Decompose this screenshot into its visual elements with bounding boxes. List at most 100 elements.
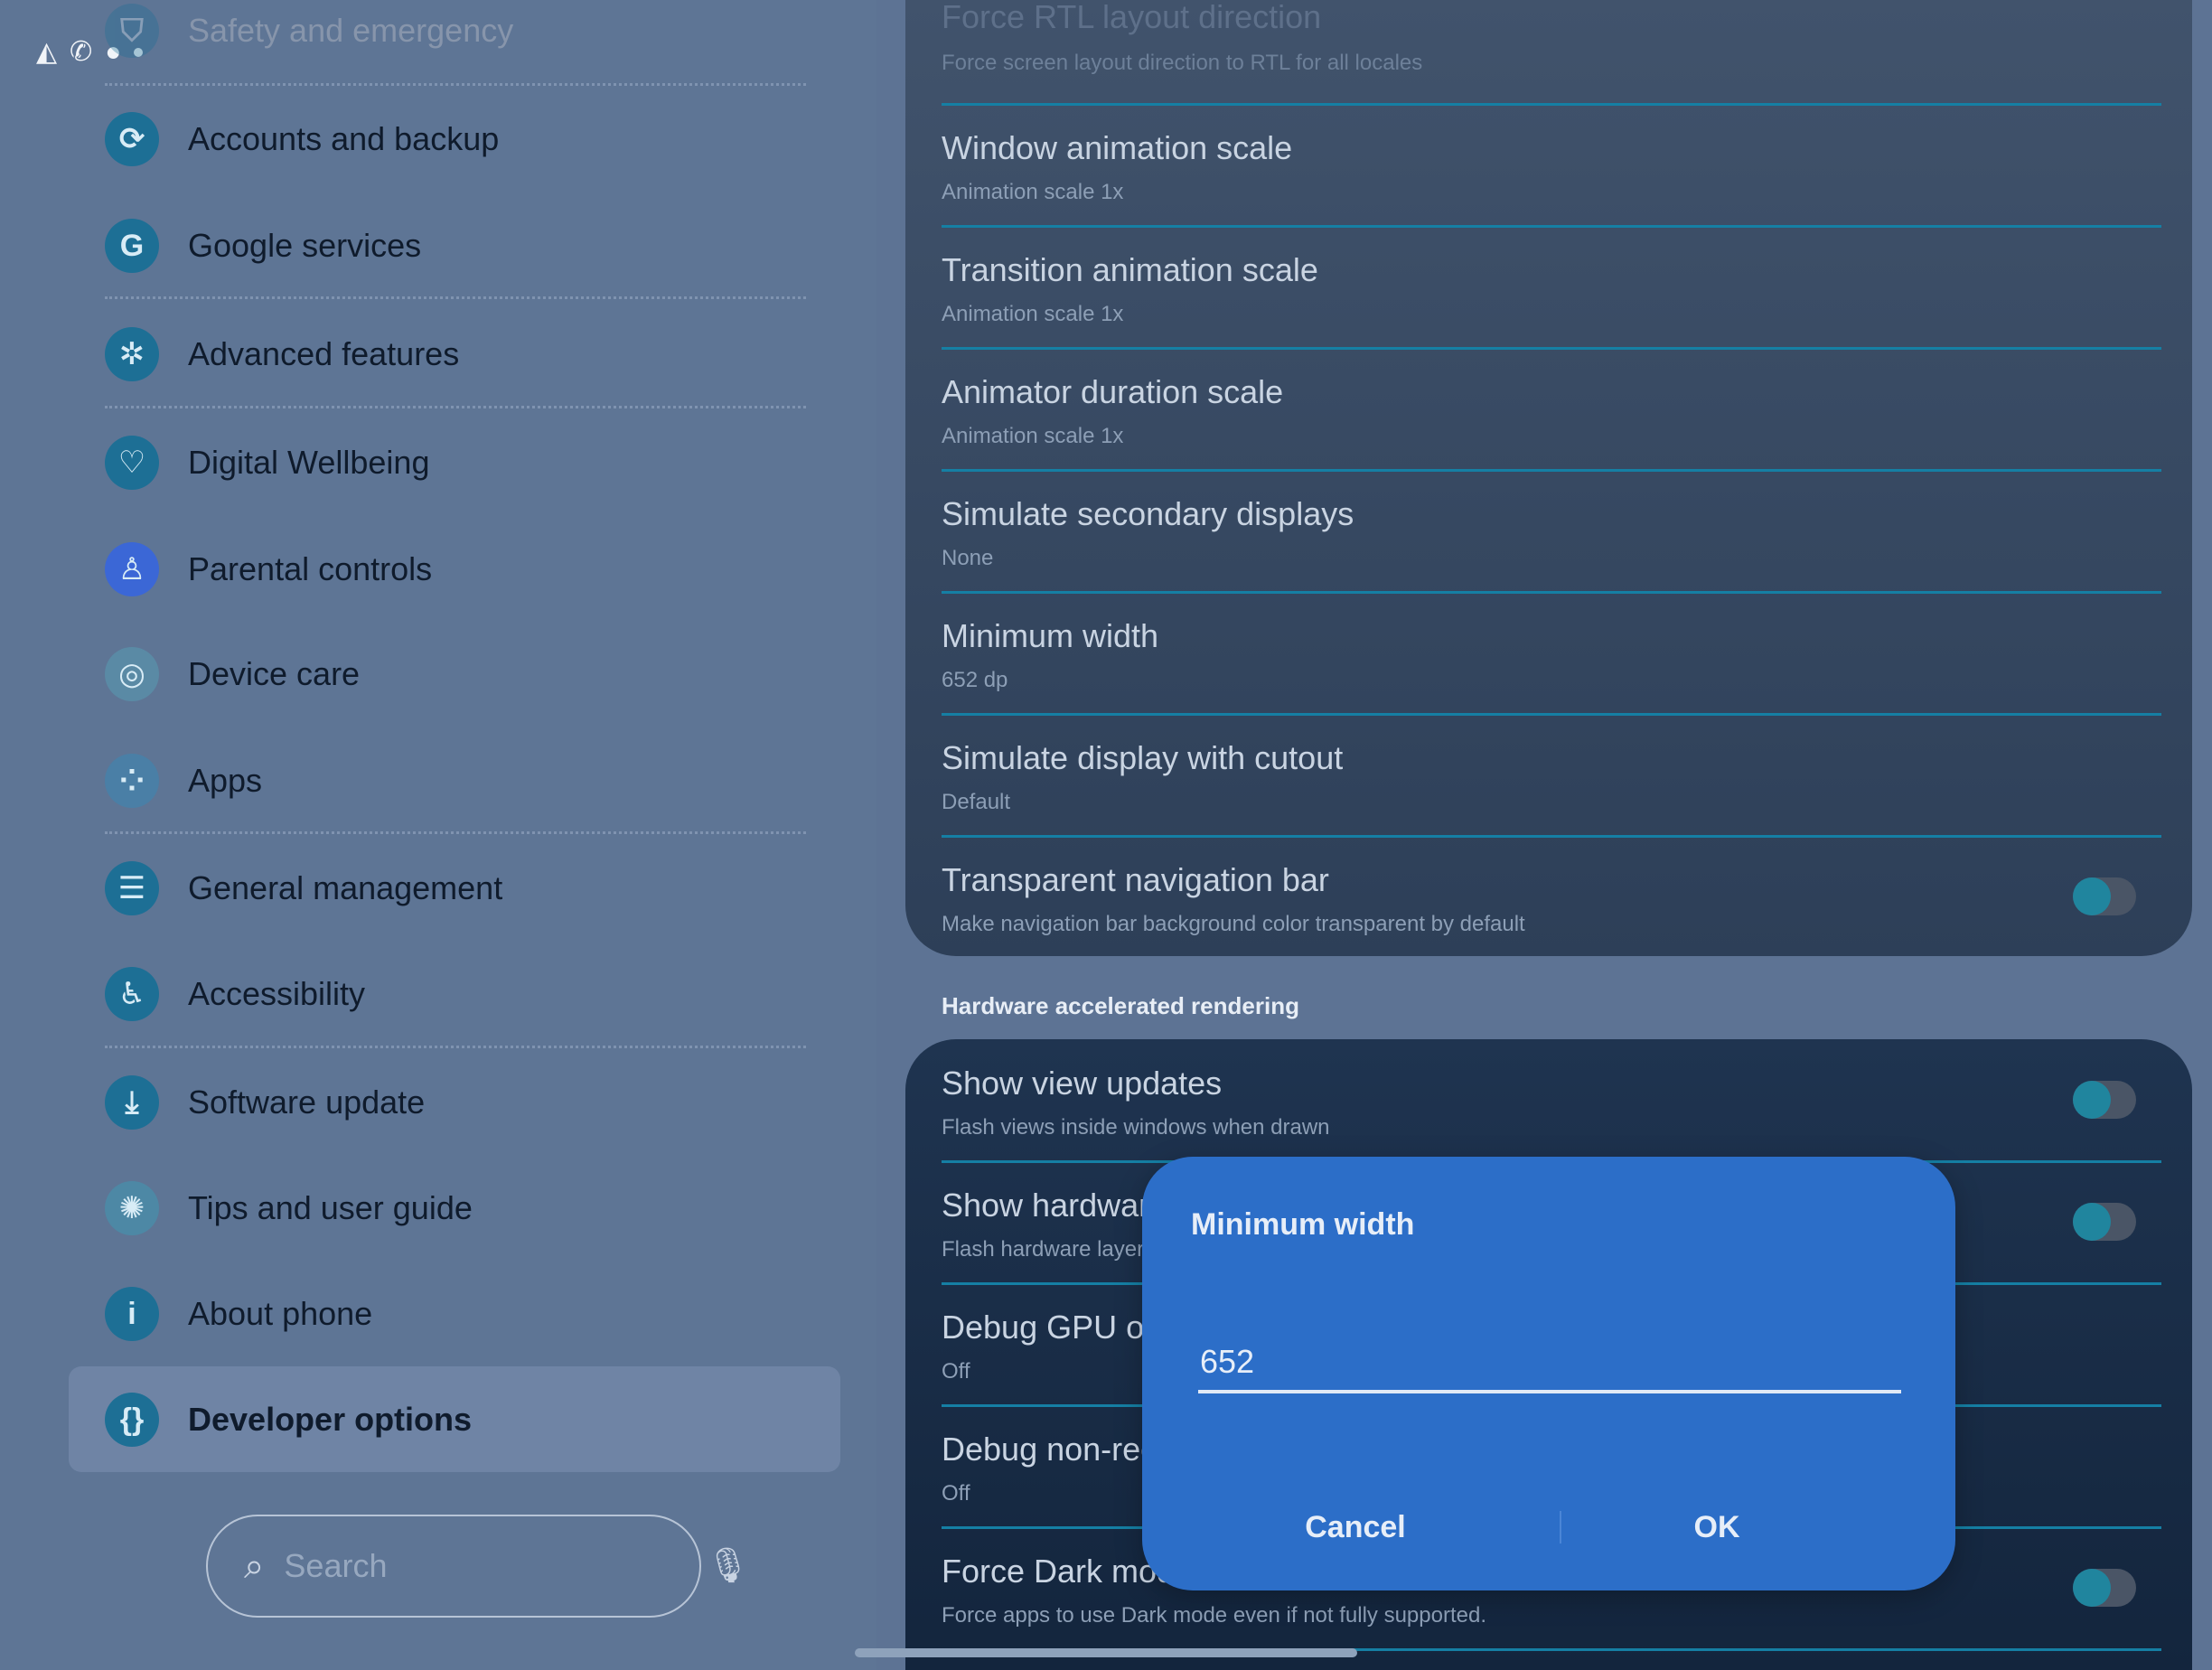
gesture-home-bar[interactable] (855, 1648, 1357, 1657)
software-update-icon: ⤓ (105, 1075, 159, 1130)
sidebar-item-tips-user-guide[interactable]: ✺ Tips and user guide (105, 1172, 473, 1244)
button-separator (1560, 1511, 1561, 1543)
row-subtitle: 652 dp (942, 668, 1008, 692)
sidebar-item-device-care[interactable]: ◎ Device care (105, 638, 360, 710)
row-subtitle: Make navigation bar background color tra… (942, 912, 1525, 936)
row-title: Debug non-rec (942, 1431, 1158, 1468)
sidebar-item-label: About phone (188, 1295, 373, 1332)
toggle-knob (2073, 1081, 2111, 1119)
sidebar-item-digital-wellbeing[interactable]: ♡ Digital Wellbeing (105, 427, 429, 499)
sidebar-item-about-phone[interactable]: i About phone (105, 1278, 372, 1350)
apps-icon: ⁘ (105, 754, 159, 808)
minimum-width-input[interactable] (1198, 1334, 1901, 1393)
row-subtitle: Default (942, 790, 1011, 814)
photos-icon: ◭ (36, 37, 58, 67)
sidebar-item-label: Device care (188, 655, 361, 692)
row-minimum-width[interactable]: Minimum width 652 dp (942, 594, 2161, 716)
show-hardware-layers-toggle[interactable] (2073, 1203, 2136, 1241)
google-icon: G (105, 219, 159, 273)
row-transparent-navigation-bar[interactable]: Transparent navigation bar Make navigati… (942, 838, 2161, 957)
sidebar-item-label: Software update (188, 1084, 426, 1121)
sidebar-item-developer-options[interactable]: {} Developer options (105, 1384, 472, 1456)
row-title: Simulate secondary displays (942, 495, 1354, 532)
ok-button[interactable]: OK (1563, 1491, 1870, 1563)
sidebar-item-label: Parental controls (188, 550, 433, 587)
accessibility-icon: ♿ (105, 967, 159, 1021)
sidebar-item-apps[interactable]: ⁘ Apps (105, 745, 262, 817)
search-input[interactable] (282, 1546, 707, 1586)
settings-search-bar[interactable]: ⌕ 🎙 (206, 1515, 750, 1618)
cancel-button[interactable]: Cancel (1202, 1491, 1509, 1563)
sidebar-item-label: Accounts and backup (188, 120, 500, 157)
toggle-knob (2073, 1203, 2111, 1241)
row-subtitle: Flash views inside windows when drawn (942, 1115, 1330, 1140)
row-title: Simulate display with cutout (942, 739, 1344, 776)
missed-call-icon: ✆ (70, 37, 93, 67)
toggle-knob (2073, 1569, 2111, 1607)
sidebar-item-parental-controls[interactable]: ♙ Parental controls (105, 533, 432, 605)
divider (105, 831, 806, 834)
search-icon: ⌕ (244, 1545, 265, 1586)
row-window-animation-scale[interactable]: Window animation scale Animation scale 1… (942, 106, 2161, 228)
row-force-rtl[interactable]: Force RTL layout direction Force screen … (942, 0, 2161, 106)
sidebar-item-safety-emergency[interactable]: ⛉ Safety and emergency (105, 0, 513, 67)
toggle-knob (2073, 877, 2111, 915)
divider (105, 1046, 806, 1048)
sidebar-item-label: Apps (188, 762, 263, 799)
parental-icon: ♙ (105, 542, 159, 596)
minimum-width-dialog: Minimum width Cancel OK (1142, 1157, 1955, 1590)
divider (105, 296, 806, 299)
sidebar-item-label: Google services (188, 227, 422, 264)
info-icon: i (105, 1287, 159, 1341)
sidebar-item-label: Safety and emergency (188, 12, 514, 49)
row-subtitle: Animation scale 1x (942, 424, 1124, 448)
sidebar-item-label: Accessibility (188, 975, 366, 1012)
sidebar-item-accounts-backup[interactable]: ⟳ Accounts and backup (105, 103, 499, 175)
row-show-view-updates[interactable]: Show view updates Flash views inside win… (942, 1041, 2161, 1163)
row-subtitle: Flash hardware layer (942, 1237, 1145, 1262)
sidebar-item-advanced-features[interactable]: ✲ Advanced features (105, 318, 459, 390)
sidebar-item-accessibility[interactable]: ♿ Accessibility (105, 958, 365, 1030)
sliders-icon: ☰ (105, 861, 159, 915)
row-animator-duration-scale[interactable]: Animator duration scale Animation scale … (942, 350, 2161, 472)
row-title: Transparent navigation bar (942, 861, 1329, 898)
row-title: Transition animation scale (942, 251, 1318, 288)
sidebar-item-label: Developer options (188, 1401, 473, 1438)
gear-plus-icon: ✲ (105, 327, 159, 381)
row-transition-animation-scale[interactable]: Transition animation scale Animation sca… (942, 228, 2161, 350)
device-care-icon: ◎ (105, 647, 159, 701)
microphone-icon[interactable]: 🎙 (706, 1546, 749, 1586)
row-title: Force RTL layout direction (942, 0, 1322, 35)
sidebar-item-software-update[interactable]: ⤓ Software update (105, 1066, 425, 1139)
transparent-nav-toggle[interactable] (2073, 877, 2136, 915)
row-title: Show hardware (942, 1187, 1168, 1224)
section-header-hardware-rendering: Hardware accelerated rendering (942, 992, 1299, 1019)
shield-icon: ⛉ (105, 4, 159, 58)
sidebar-item-general-management[interactable]: ☰ General management (105, 852, 502, 924)
settings-sidebar: ◭ ✆ ● ⛉ Safety and emergency ⟳ Accounts … (0, 0, 876, 1670)
force-dark-toggle[interactable] (2073, 1569, 2136, 1607)
row-subtitle: Force screen layout direction to RTL for… (942, 51, 1423, 75)
row-title: Force Dark mod (942, 1553, 1176, 1590)
row-subtitle: None (942, 546, 994, 570)
row-subtitle: Force apps to use Dark mode even if not … (942, 1603, 1486, 1628)
show-view-updates-toggle[interactable] (2073, 1081, 2136, 1119)
divider (105, 406, 806, 408)
sidebar-item-google-services[interactable]: G Google services (105, 210, 421, 282)
settings-card: Force RTL layout direction Force screen … (905, 0, 2192, 956)
row-subtitle: Off (942, 1481, 970, 1506)
lightbulb-icon: ✺ (105, 1181, 159, 1235)
row-subtitle: Off (942, 1359, 970, 1384)
wellbeing-icon: ♡ (105, 436, 159, 490)
row-subtitle: Animation scale 1x (942, 302, 1124, 326)
sidebar-item-label: Digital Wellbeing (188, 444, 430, 481)
sidebar-item-label: General management (188, 869, 503, 906)
divider (105, 83, 806, 86)
row-simulate-secondary-displays[interactable]: Simulate secondary displays None (942, 472, 2161, 594)
row-title: Minimum width (942, 617, 1159, 654)
sidebar-item-label: Advanced features (188, 335, 460, 372)
sidebar-item-label: Tips and user guide (188, 1189, 473, 1226)
row-subtitle: Animation scale 1x (942, 180, 1124, 204)
row-title: Show view updates (942, 1065, 1223, 1102)
row-simulate-display-cutout[interactable]: Simulate display with cutout Default (942, 716, 2161, 838)
